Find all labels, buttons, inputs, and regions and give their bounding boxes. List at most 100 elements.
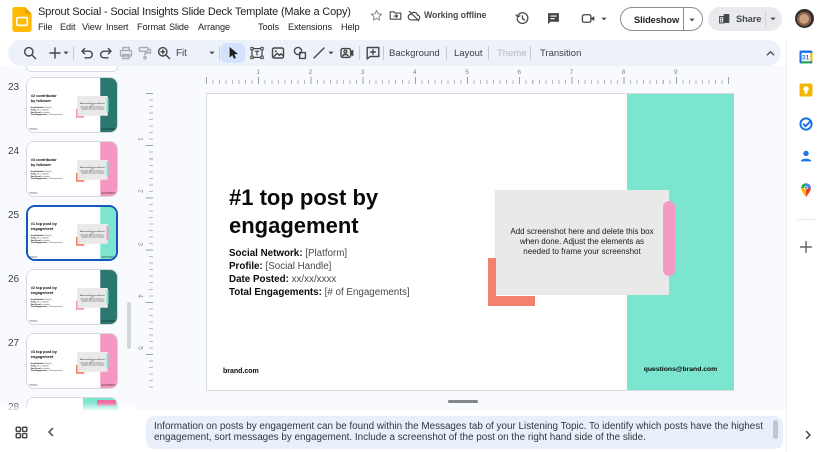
- zoom-select[interactable]: Fit: [176, 48, 187, 59]
- insert-shape-icon[interactable]: [292, 45, 308, 61]
- menus-search-icon[interactable]: [22, 45, 38, 61]
- slide-thumbnail-24[interactable]: #3 contributorby follower Social Network…: [26, 141, 118, 197]
- speaker-notes-text[interactable]: Information on posts by engagement can b…: [154, 421, 768, 443]
- slide-body-text[interactable]: Social Network: [Platform] Profile: [Soc…: [229, 247, 410, 299]
- pink-pill-accent[interactable]: [663, 201, 675, 276]
- slide-thumbnail-27[interactable]: #3 top post byengagement Social Network:…: [26, 333, 118, 389]
- paint-format-icon[interactable]: [137, 45, 153, 61]
- mini-pill-accent: [107, 290, 109, 304]
- select-tool-icon[interactable]: [225, 45, 241, 61]
- collapse-filmstrip-icon[interactable]: [46, 427, 56, 437]
- background-button[interactable]: Background: [389, 48, 440, 59]
- toolbar-row: Fit: [0, 38, 824, 66]
- filmstrip: 23 #2 contributorby follower Social Netw…: [0, 66, 136, 412]
- contacts-icon[interactable]: [798, 148, 814, 164]
- insert-image-icon[interactable]: [270, 45, 286, 61]
- mini-pill-accent: [107, 98, 109, 112]
- meet-caret-icon[interactable]: [600, 15, 608, 23]
- move-folder-icon[interactable]: [389, 9, 402, 22]
- slide-thumbnail-23[interactable]: #2 contributorby follower Social Network…: [26, 77, 118, 133]
- keep-icon[interactable]: [798, 82, 814, 98]
- star-icon[interactable]: [370, 9, 383, 22]
- mini-screenshot-box: Add screenshot here and delete this boxw…: [77, 160, 108, 180]
- screenshot-placeholder-text: Add screenshot here and delete this box …: [501, 227, 663, 257]
- slide-footer-left[interactable]: brand.com: [223, 368, 259, 375]
- zoom-caret-icon[interactable]: [208, 49, 216, 57]
- share-caret-icon[interactable]: [769, 15, 777, 23]
- filmstrip-scrollbar[interactable]: [127, 302, 131, 349]
- ruler-number: 4: [413, 69, 417, 76]
- print-icon[interactable]: [118, 45, 134, 61]
- account-avatar[interactable]: [795, 9, 814, 28]
- mini-slide-body: Social Network: [Platform] Profile: [Soc…: [31, 362, 63, 372]
- button-divider: [765, 11, 766, 27]
- menu-extensions[interactable]: Extensions: [288, 22, 332, 32]
- cloud-offline-icon[interactable]: [407, 9, 421, 23]
- mini-slide-title: #3 contributorby follower: [31, 158, 57, 168]
- new-slide-plus-icon[interactable]: [47, 45, 63, 61]
- menu-tools[interactable]: Tools: [258, 22, 279, 32]
- share-button[interactable]: Share: [708, 7, 782, 31]
- comment-history-icon[interactable]: [546, 11, 561, 26]
- toolbar-divider: [446, 46, 447, 60]
- ruler-number: 2: [309, 69, 313, 76]
- maps-icon[interactable]: [798, 182, 814, 198]
- menu-arrange[interactable]: Arrange: [198, 22, 230, 32]
- speaker-notes[interactable]: Information on posts by engagement can b…: [146, 416, 783, 449]
- text-box-icon[interactable]: [249, 45, 265, 61]
- insert-line-caret-icon[interactable]: [327, 49, 335, 57]
- undo-icon[interactable]: [79, 45, 95, 61]
- redo-icon[interactable]: [98, 45, 114, 61]
- mini-slide-body: Social Network: [Platform] Profile: [Soc…: [31, 170, 63, 180]
- slide-thumbnail-22-partial[interactable]: [26, 66, 118, 72]
- new-slide-caret-icon[interactable]: [62, 49, 70, 57]
- collapse-toolbar-icon[interactable]: [765, 48, 776, 59]
- notes-scrollbar[interactable]: [773, 420, 778, 439]
- meet-camera-icon[interactable]: [581, 11, 596, 26]
- insert-comment-icon[interactable]: [365, 45, 381, 61]
- screenshot-placeholder-box[interactable]: Add screenshot here and delete this box …: [495, 190, 669, 295]
- slide-thumbnail-25-selected[interactable]: #1 top post byengagement Social Network:…: [26, 205, 118, 261]
- mini-screenshot-text: Add screenshot here and delete this boxw…: [79, 103, 107, 110]
- zoom-icon[interactable]: [156, 45, 172, 61]
- toolbar-divider: [488, 46, 489, 60]
- tasks-icon[interactable]: [798, 116, 814, 132]
- hide-side-panel-icon[interactable]: [803, 430, 813, 440]
- coral-bracket-accent-h[interactable]: [488, 296, 535, 306]
- menu-view[interactable]: View: [82, 22, 101, 32]
- mini-footer-right: questions@brand.com: [100, 257, 118, 259]
- theme-button[interactable]: Theme: [497, 48, 527, 59]
- mini-slide-title: #2 top post byengagement: [31, 286, 57, 296]
- version-history-icon[interactable]: [515, 11, 530, 26]
- titlebar: Sprout Social - Social Insights Slide De…: [0, 0, 824, 38]
- layout-button[interactable]: Layout: [454, 48, 483, 59]
- get-addons-icon[interactable]: [798, 239, 814, 255]
- slide-footer-right[interactable]: questions@brand.com: [627, 366, 734, 373]
- mini-footer-left: brand.com: [30, 321, 38, 323]
- document-title[interactable]: Sprout Social - Social Insights Slide De…: [38, 6, 351, 18]
- slide-thumbnail-26[interactable]: #2 top post byengagement Social Network:…: [26, 269, 118, 325]
- mini-bracket-accent-h: [76, 308, 84, 310]
- mini-screenshot-text: Add screenshot here and delete this boxw…: [79, 167, 107, 174]
- menu-format[interactable]: Format: [137, 22, 166, 32]
- menu-slide[interactable]: Slide: [169, 22, 189, 32]
- menu-file[interactable]: File: [38, 22, 52, 32]
- notes-resize-handle[interactable]: [448, 400, 478, 403]
- menu-bar: File Edit View Insert Format Slide Arran…: [0, 22, 500, 36]
- mini-footer-left: brand.com: [30, 129, 38, 131]
- slideshow-button[interactable]: Slideshow: [620, 7, 703, 31]
- slideshow-caret-icon[interactable]: [688, 16, 696, 24]
- insert-line-icon[interactable]: [311, 45, 327, 61]
- calendar-icon[interactable]: 31: [798, 49, 814, 65]
- menu-help[interactable]: Help: [341, 22, 360, 32]
- menu-edit[interactable]: Edit: [60, 22, 75, 32]
- grid-view-icon[interactable]: [15, 426, 28, 439]
- camera-insert-icon[interactable]: [339, 45, 355, 61]
- mini-footer-right: questions@brand.com: [100, 385, 118, 387]
- mini-screenshot-text: Add screenshot here and delete this boxw…: [79, 295, 107, 302]
- menu-insert[interactable]: Insert: [106, 22, 128, 32]
- side-panel-divider: [797, 219, 815, 220]
- slide-title[interactable]: #1 top post by engagement: [229, 184, 378, 240]
- slide-canvas[interactable]: #1 top post by engagement Social Network…: [206, 93, 734, 391]
- transition-button[interactable]: Transition: [540, 48, 581, 59]
